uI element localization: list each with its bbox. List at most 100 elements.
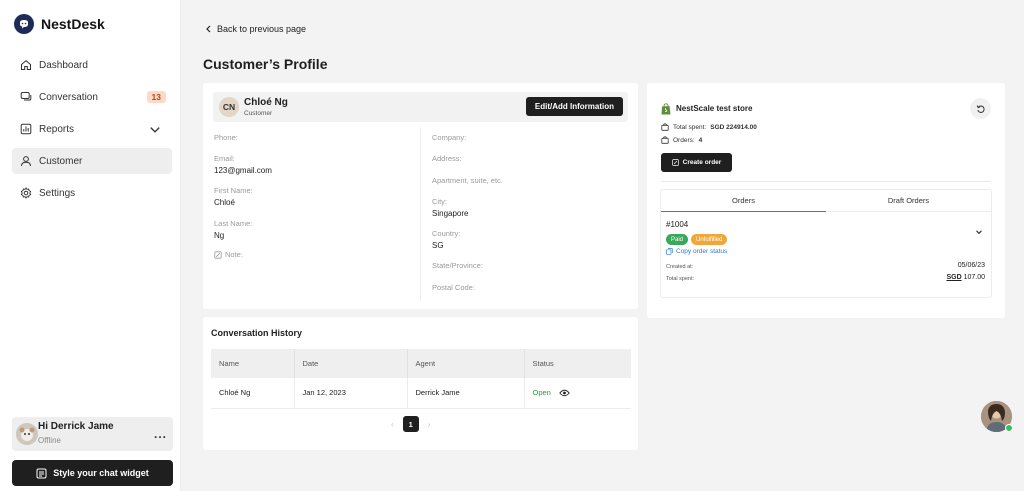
chevron-down-icon[interactable] [149, 124, 161, 136]
bag-icon [661, 123, 669, 131]
tab-draft-orders[interactable]: Draft Orders [826, 190, 991, 212]
postal-code-field[interactable]: Postal Code: [432, 283, 475, 292]
paid-status-badge: Paid [666, 234, 689, 245]
note-icon [214, 250, 222, 259]
back-link[interactable]: Back to previous page [205, 24, 306, 34]
created-at-label: Created at: [666, 264, 694, 270]
next-page-button[interactable]: › [428, 420, 431, 429]
note-field[interactable]: Note: [214, 250, 243, 259]
address-field[interactable]: Address: [432, 154, 462, 163]
copy-icon [666, 248, 673, 255]
column-header-status[interactable]: Status [524, 349, 631, 378]
eye-icon[interactable] [559, 389, 570, 397]
edit-add-information-button[interactable]: Edit/Add Information [525, 97, 623, 116]
brand-name: NestDesk [41, 16, 105, 32]
copy-order-status-label: Copy order status [676, 248, 728, 255]
last-name-field[interactable]: Last Name: Ng [214, 219, 252, 240]
chat-icon [20, 92, 32, 101]
sidebar-item-label: Reports [39, 123, 75, 135]
chart-icon [20, 123, 32, 135]
column-header-name[interactable]: Name [211, 349, 295, 378]
sidebar-item-conversation[interactable]: Conversation 13 [12, 84, 172, 110]
total-spent-row: Total spent: SGD 224914.00 [661, 123, 757, 131]
sidebar-item-customer[interactable]: Customer [12, 148, 172, 174]
chevron-left-icon [206, 25, 211, 33]
apartment-field[interactable]: Apartment, suite, etc. [432, 176, 503, 185]
avatar [16, 423, 38, 445]
orders-card: Orders Draft Orders #1004 Paid Unfulfill… [660, 189, 992, 298]
widget-icon [36, 468, 47, 478]
column-header-date[interactable]: Date [294, 349, 408, 378]
email-field[interactable]: Email: 123@gmail.com [214, 154, 272, 175]
sidebar-item-settings[interactable]: Settings [12, 180, 172, 206]
cell-name: Chloé Ng [211, 378, 295, 409]
sidebar-item-label: Dashboard [39, 59, 88, 71]
sidebar-item-label: Conversation [39, 91, 98, 103]
refresh-button[interactable] [970, 98, 991, 119]
country-field[interactable]: Country: SG [432, 229, 460, 250]
cell-agent: Derrick Jame [407, 378, 525, 409]
order-total-value: SGD 107.00 [946, 274, 985, 281]
current-user-card[interactable]: Hi Derrick Jame Offline ... [12, 417, 173, 451]
sidebar-nav: Dashboard Conversation 13 Reports Custom… [12, 52, 172, 212]
state-field[interactable]: State/Province: [432, 261, 483, 270]
tab-orders[interactable]: Orders [661, 190, 826, 212]
gear-icon [20, 187, 32, 199]
store-name: NestScale test store [676, 104, 753, 113]
create-order-label: Create order [682, 159, 722, 166]
table-row[interactable]: Chloé Ng Jan 12, 2023 Derrick Jame Open [211, 378, 631, 409]
city-field[interactable]: City: Singapore [432, 197, 468, 218]
brand[interactable]: NestDesk [14, 14, 105, 34]
first-name-field[interactable]: First Name: Chloé [214, 186, 253, 207]
copy-order-status-link[interactable]: Copy order status [666, 248, 727, 255]
customer-name: Chloé Ng [244, 97, 288, 108]
order-total-label: Total spent: [666, 276, 695, 282]
total-spent-label: Total spent: [673, 123, 707, 131]
orders-label: Orders: [673, 136, 695, 144]
style-chat-widget-label: Style your chat widget [53, 468, 149, 478]
profile-header: CN Chloé Ng Customer Edit/Add Informatio… [213, 92, 628, 122]
order-id[interactable]: #1004 [666, 220, 688, 229]
order-currency: SGD [946, 274, 962, 281]
sidebar-item-dashboard[interactable]: Dashboard [12, 52, 172, 78]
home-icon [21, 60, 31, 70]
fulfillment-status-badge: Unfulfilled [691, 234, 728, 245]
user-status: Offline [38, 436, 61, 445]
refresh-icon [976, 104, 985, 113]
company-field[interactable]: Company: [432, 133, 466, 142]
nestdesk-logo-icon [14, 14, 34, 34]
conversation-history-table: Name Date Agent Status Chloé Ng Jan 12, … [211, 349, 631, 409]
cell-date: Jan 12, 2023 [294, 378, 408, 409]
pagination: ‹ 1 › [391, 416, 430, 432]
create-order-button[interactable]: Create order [661, 153, 732, 172]
conversation-count-badge: 13 [146, 91, 166, 103]
sidebar-item-label: Settings [39, 187, 76, 199]
customer-profile-panel: CN Chloé Ng Customer Edit/Add Informatio… [203, 83, 638, 309]
orders-tabs: Orders Draft Orders [661, 190, 991, 212]
created-at-value: 05/06/23 [957, 262, 985, 269]
online-status-indicator [1005, 424, 1013, 432]
table-header-row: Name Date Agent Status [211, 349, 631, 378]
status-badge: Open [532, 388, 551, 398]
phone-field[interactable]: Phone: [214, 133, 238, 142]
chevron-down-icon[interactable] [975, 228, 983, 236]
prev-page-button[interactable]: ‹ [391, 420, 394, 429]
page-1-button[interactable]: 1 [402, 416, 419, 432]
page-title: Customer’s Profile [203, 56, 328, 72]
fields-divider [420, 127, 421, 301]
customer-role: Customer [244, 110, 273, 117]
conversation-history-title: Conversation History [211, 328, 303, 338]
user-icon [21, 156, 31, 167]
box-icon [661, 136, 669, 144]
customer-initials-avatar: CN [219, 97, 239, 117]
sidebar-item-label: Customer [39, 155, 83, 167]
sidebar-item-reports[interactable]: Reports [12, 116, 172, 142]
edit-icon [671, 159, 679, 166]
conversation-history-panel: Conversation History Name Date Agent Sta… [203, 317, 638, 450]
cell-status: Open [524, 378, 631, 409]
style-chat-widget-button[interactable]: Style your chat widget [12, 460, 173, 486]
store-panel: NestScale test store Total spent: SGD 22… [647, 83, 1005, 318]
more-options-icon[interactable]: ... [154, 427, 167, 441]
sidebar: NestDesk Dashboard Conversation 13 Repor… [0, 0, 181, 491]
column-header-agent[interactable]: Agent [407, 349, 525, 378]
